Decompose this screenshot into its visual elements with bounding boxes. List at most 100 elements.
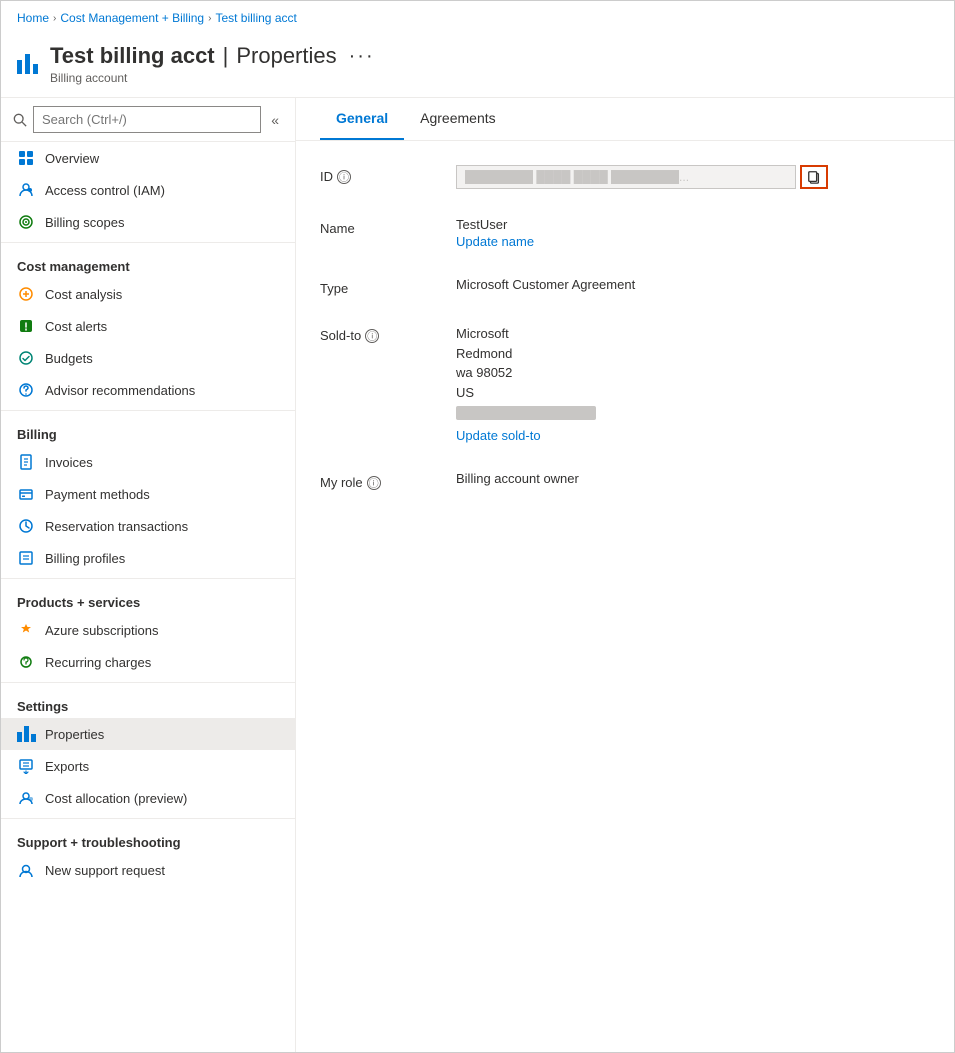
search-icon [13,113,27,127]
sidebar-item-payment-methods[interactable]: Payment methods [1,478,295,510]
overview-icon [17,149,35,167]
sidebar-item-overview[interactable]: Overview [1,142,295,174]
sidebar-item-billing-profiles[interactable]: Billing profiles [1,542,295,574]
content-area: General Agreements ID ⓘ [296,98,954,1052]
type-text: Microsoft Customer Agreement [456,277,930,292]
access-control-icon [17,181,35,199]
support-request-icon [17,861,35,879]
advisor-icon [17,381,35,399]
section-title-cost-management: Cost management [1,247,295,278]
properties-panel: ID ⓘ Name [296,141,954,542]
sidebar-item-cost-alerts[interactable]: Cost alerts [1,310,295,342]
property-row-name: Name TestUser Update name [320,217,930,249]
property-row-my-role: My role ⓘ Billing account owner [320,471,930,490]
sidebar-item-access-control[interactable]: Access control (IAM) [1,174,295,206]
sidebar: « Overview Access control (IAM) [1,98,296,1052]
id-info-icon[interactable]: ⓘ [337,170,351,184]
billing-icon [17,54,38,74]
breadcrumb-cost-management[interactable]: Cost Management + Billing [60,11,204,25]
search-input[interactable] [33,106,261,133]
sidebar-item-properties[interactable]: Properties [1,718,295,750]
name-text: TestUser [456,217,930,232]
sidebar-item-cost-allocation[interactable]: Cost allocation (preview) [1,782,295,814]
property-row-type: Type Microsoft Customer Agreement [320,277,930,296]
cost-allocation-icon [17,789,35,807]
sidebar-item-label-overview: Overview [45,151,99,166]
breadcrumb: Home › Cost Management + Billing › Test … [1,1,954,35]
sold-to-line-3: wa 98052 [456,363,930,383]
tab-agreements[interactable]: Agreements [404,98,511,140]
sidebar-item-reservation-transactions[interactable]: Reservation transactions [1,510,295,542]
tab-general[interactable]: General [320,98,404,140]
section-title-support: Support + troubleshooting [1,823,295,854]
breadcrumb-current[interactable]: Test billing acct [215,11,296,25]
sidebar-item-label-billing-profiles: Billing profiles [45,551,125,566]
sidebar-item-recurring-charges[interactable]: Recurring charges [1,646,295,678]
name-label: Name [320,217,440,236]
copy-id-button[interactable] [800,165,828,189]
sidebar-item-label-properties: Properties [45,727,104,742]
breadcrumb-sep2: › [208,13,211,24]
property-row-sold-to: Sold-to ⓘ Microsoft Redmond wa 98052 US … [320,324,930,443]
sidebar-item-new-support-request[interactable]: New support request [1,854,295,886]
collapse-sidebar-button[interactable]: « [267,110,283,130]
type-value: Microsoft Customer Agreement [456,277,930,292]
page-title-properties: Properties [236,43,336,69]
billing-profiles-icon [17,549,35,567]
my-role-label: My role ⓘ [320,471,440,490]
sidebar-item-invoices[interactable]: Invoices [1,446,295,478]
sidebar-item-label-exports: Exports [45,759,89,774]
my-role-value: Billing account owner [456,471,930,486]
sold-to-label: Sold-to ⓘ [320,324,440,343]
property-row-id: ID ⓘ [320,165,930,189]
budgets-icon [17,349,35,367]
exports-icon [17,757,35,775]
page-title-billing: Test billing acct [50,43,215,69]
search-box: « [1,98,295,142]
sidebar-item-label-recurring-charges: Recurring charges [45,655,151,670]
id-value [456,165,930,189]
section-title-settings: Settings [1,687,295,718]
sold-to-value: Microsoft Redmond wa 98052 US Update sol… [456,324,930,443]
sold-to-info-icon[interactable]: ⓘ [365,329,379,343]
type-label: Type [320,277,440,296]
billing-scopes-icon [17,213,35,231]
sidebar-item-label-advisor: Advisor recommendations [45,383,195,398]
sidebar-item-azure-subscriptions[interactable]: Azure subscriptions [1,614,295,646]
sidebar-item-cost-analysis[interactable]: Cost analysis [1,278,295,310]
sidebar-item-label-cost-alerts: Cost alerts [45,319,107,334]
sidebar-item-label-payment-methods: Payment methods [45,487,150,502]
id-input-field[interactable] [456,165,796,189]
my-role-info-icon[interactable]: ⓘ [367,476,381,490]
sidebar-item-billing-scopes[interactable]: Billing scopes [1,206,295,238]
invoices-icon [17,453,35,471]
breadcrumb-home[interactable]: Home [17,11,49,25]
id-label: ID ⓘ [320,165,440,184]
recurring-charges-icon [17,653,35,671]
cost-analysis-icon [17,285,35,303]
sidebar-item-advisor[interactable]: Advisor recommendations [1,374,295,406]
sidebar-item-label-new-support-request: New support request [45,863,165,878]
update-name-link[interactable]: Update name [456,234,930,249]
sidebar-item-label-cost-allocation: Cost allocation (preview) [45,791,187,806]
divider-cost-management [1,242,295,243]
update-sold-to-link[interactable]: Update sold-to [456,428,930,443]
cost-alerts-icon [17,317,35,335]
reservation-transactions-icon [17,517,35,535]
sold-to-blurred [456,406,596,420]
sold-to-line-1: Microsoft [456,324,930,344]
divider-products [1,578,295,579]
tabs-bar: General Agreements [296,98,954,141]
copy-icon [807,170,821,184]
section-title-billing: Billing [1,415,295,446]
sidebar-item-label-azure-subscriptions: Azure subscriptions [45,623,158,638]
sidebar-item-label-invoices: Invoices [45,455,93,470]
sidebar-item-budgets[interactable]: Budgets [1,342,295,374]
sidebar-item-exports[interactable]: Exports [1,750,295,782]
page-header: Test billing acct | Properties ··· Billi… [1,35,954,98]
name-value: TestUser Update name [456,217,930,249]
my-role-text: Billing account owner [456,471,930,486]
more-options-button[interactable]: ··· [349,45,375,68]
section-title-products: Products + services [1,583,295,614]
sold-to-line-2: Redmond [456,344,930,364]
